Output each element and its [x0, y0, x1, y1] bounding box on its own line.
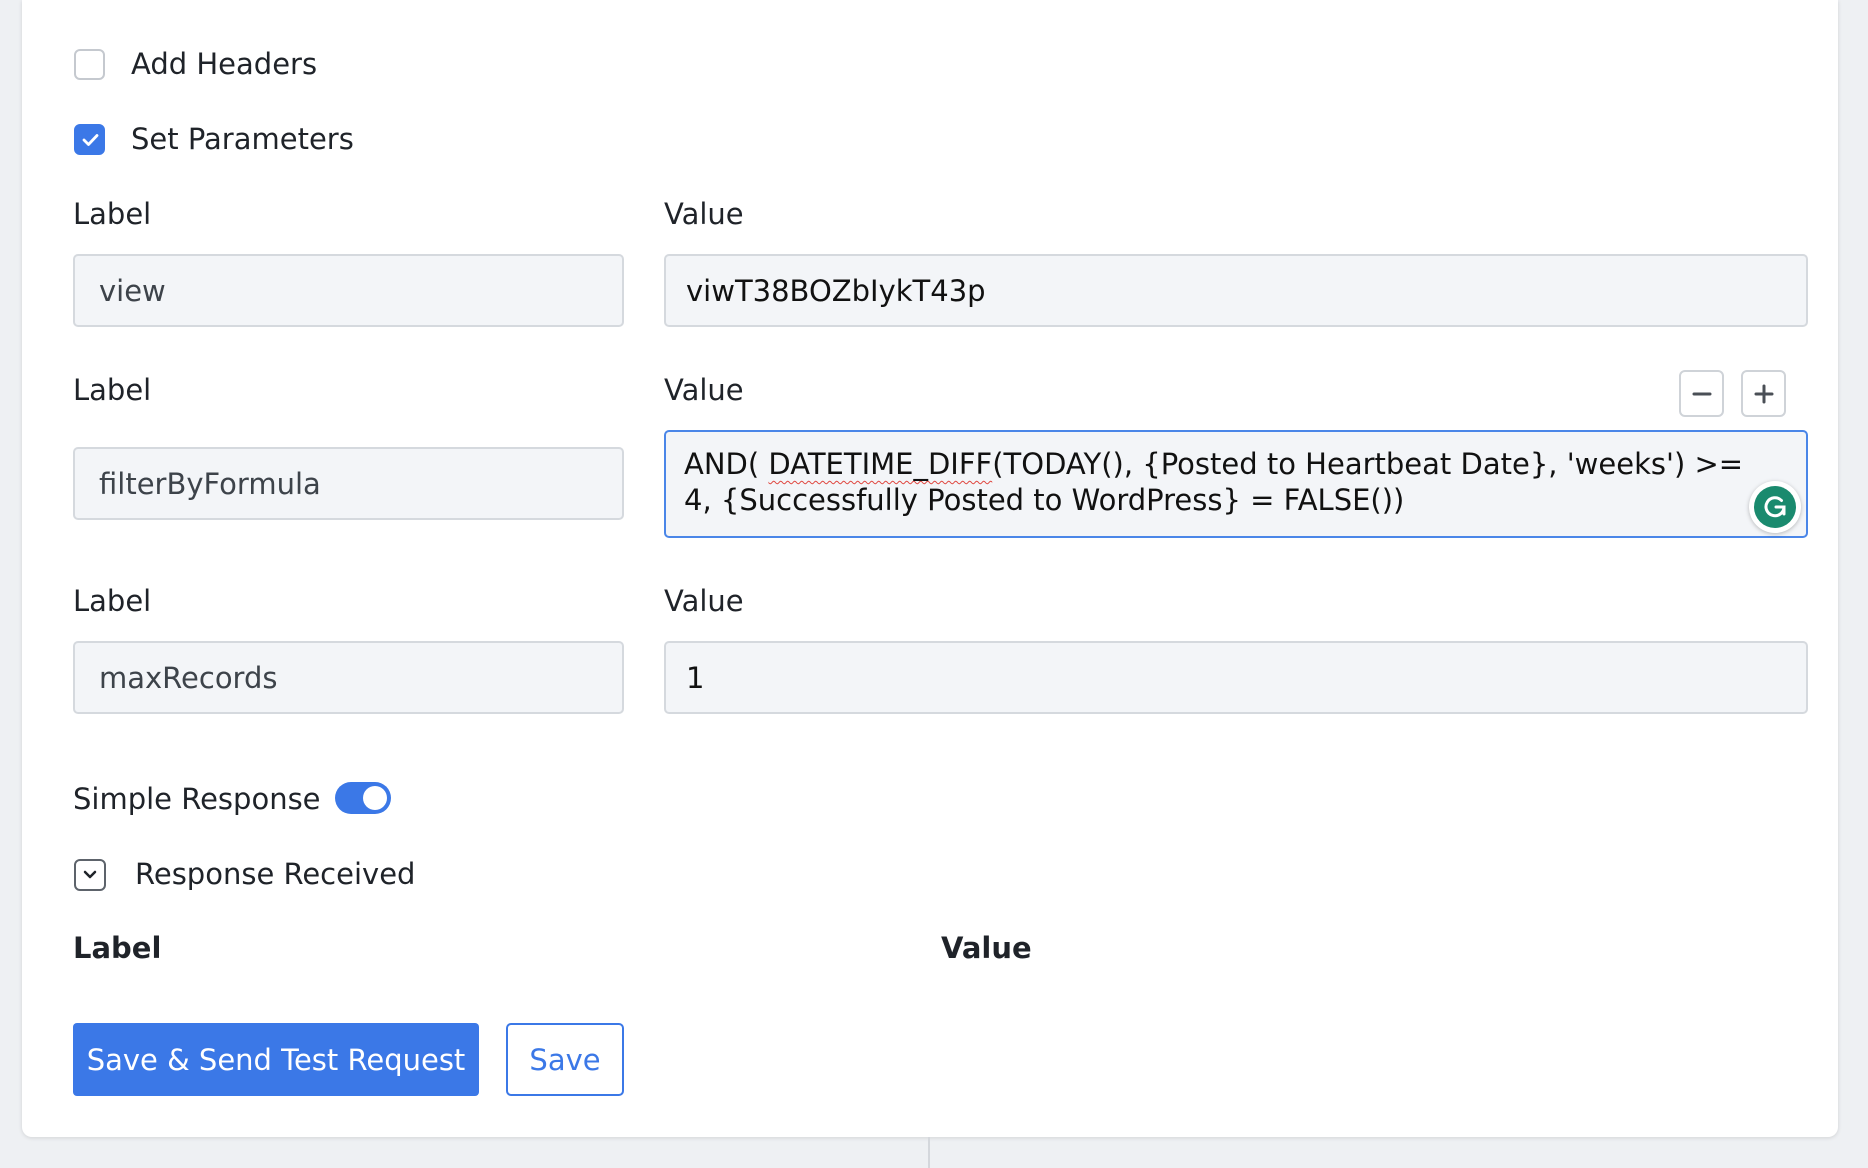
simple-response-label: Simple Response	[73, 782, 321, 816]
response-value-header: Value	[941, 931, 1032, 965]
chevron-down-icon	[83, 870, 97, 879]
toggle-knob	[363, 786, 387, 810]
param-label-text: view	[99, 273, 166, 308]
param-label-input[interactable]: filterByFormula	[73, 447, 624, 520]
param-value-header: Value	[664, 584, 744, 618]
param-label-header: Label	[73, 584, 152, 618]
set-parameters-checkbox[interactable]	[74, 124, 105, 155]
request-settings-card: Add Headers Set Parameters Label Value v…	[22, 0, 1838, 1137]
formula-line-1: AND( DATETIME_DIFF(TODAY(), {Posted to H…	[684, 447, 1744, 481]
simple-response-toggle[interactable]	[335, 782, 391, 814]
plus-icon	[1754, 384, 1773, 403]
set-parameters-label: Set Parameters	[131, 122, 354, 156]
param-label-text: maxRecords	[99, 660, 278, 695]
add-parameter-button[interactable]	[1741, 370, 1786, 417]
response-label-header: Label	[73, 931, 162, 965]
param-value-text: viwT38BOZbIykT43p	[686, 273, 986, 308]
checkmark-icon	[82, 134, 99, 146]
grammarly-g-icon	[1764, 496, 1786, 518]
save-button[interactable]: Save	[506, 1023, 624, 1096]
add-headers-checkbox[interactable]	[74, 49, 105, 80]
response-received-expand-button[interactable]	[74, 859, 106, 891]
param-label-input[interactable]: maxRecords	[73, 641, 624, 714]
add-headers-label: Add Headers	[131, 47, 318, 81]
response-received-label: Response Received	[135, 857, 416, 891]
param-label-text: filterByFormula	[99, 466, 321, 501]
param-label-header: Label	[73, 197, 152, 231]
minus-icon	[1692, 392, 1711, 395]
save-label: Save	[529, 1042, 601, 1077]
column-divider	[928, 1137, 930, 1168]
param-label-input[interactable]: view	[73, 254, 624, 327]
save-and-send-label: Save & Send Test Request	[86, 1042, 466, 1077]
param-value-input[interactable]: 1	[664, 641, 1808, 714]
remove-parameter-button[interactable]	[1679, 370, 1724, 417]
param-value-header: Value	[664, 373, 744, 407]
spellcheck-word: DATETIME_DIFF	[768, 447, 993, 481]
formula-line-2: 4, {Successfully Posted to WordPress} = …	[684, 483, 1405, 517]
grammarly-icon[interactable]	[1749, 481, 1801, 533]
param-value-input[interactable]: viwT38BOZbIykT43p	[664, 254, 1808, 327]
param-label-header: Label	[73, 373, 152, 407]
param-value-header: Value	[664, 197, 744, 231]
param-value-text: 1	[686, 660, 705, 695]
save-and-send-test-request-button[interactable]: Save & Send Test Request	[73, 1023, 479, 1096]
param-value-textarea[interactable]: AND( DATETIME_DIFF(TODAY(), {Posted to H…	[664, 430, 1808, 538]
